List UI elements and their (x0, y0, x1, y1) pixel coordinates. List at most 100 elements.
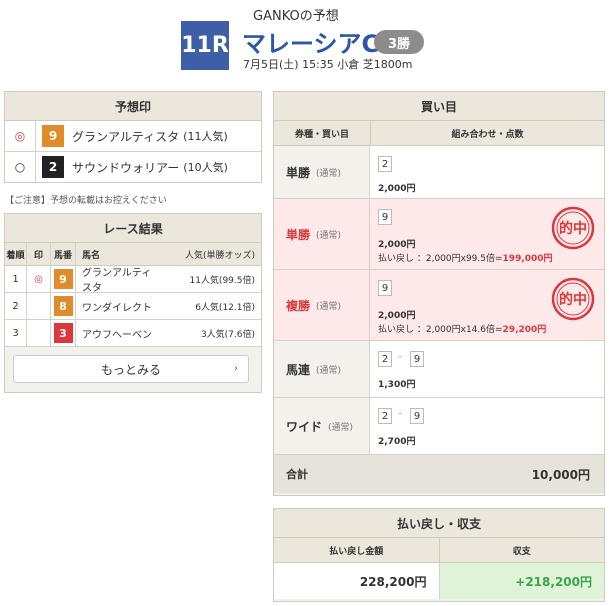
result-table: 着順 印 馬番 馬名 人気(単勝オッズ) 1 ◎ 9 グランアルティスタ 11人… (5, 243, 261, 347)
payout-value: 29,200円 (502, 325, 547, 335)
bet-type: 単勝 (通常) (274, 199, 370, 269)
bet-type: 複勝 (通常) (274, 270, 370, 340)
hit-stamp-text: 的中 (559, 291, 587, 308)
rank: 2 (5, 293, 27, 319)
prediction-title: 予想印 (5, 92, 261, 121)
table-row: 2 8 ワンダイレクト 6人気(12.1倍) (5, 293, 261, 320)
bet-type-sub: (通常) (328, 422, 354, 433)
bets-title: 買い目 (274, 92, 604, 121)
bet-row: 馬連 (通常) 2 – 9 1,300円 (274, 341, 604, 398)
bet-type: 単勝 (通常) (274, 146, 370, 198)
mark-double-circle-icon: ◎ (27, 266, 51, 292)
mark-double-circle-icon: ◎ (5, 121, 36, 151)
popularity: 3人気(7.6倍) (200, 329, 255, 340)
combo-separator: – (398, 352, 403, 362)
horse-number: 9 (42, 125, 64, 147)
bet-type-sub: (通常) (316, 301, 342, 312)
chevron-right-icon: › (234, 363, 238, 374)
number-cell: 3 (51, 320, 76, 346)
profit-total: +218,200円 (439, 563, 604, 599)
bet-amount: 2,700円 (378, 437, 416, 447)
result-title: レース結果 (5, 214, 261, 243)
payout-value: 199,000円 (502, 254, 553, 264)
pick-number: 2 (378, 156, 392, 172)
hit-stamp-icon: 的中 (551, 206, 595, 250)
pick-number: 2 (378, 408, 392, 424)
prediction-row: ○ 2 サウンドウォリアー (10人気) (5, 152, 261, 182)
bet-type: ワイド (通常) (274, 398, 370, 454)
summary-header: 払い戻し金額 収支 (274, 538, 604, 563)
horse-popularity: (10人気) (183, 161, 228, 174)
bet-row: ワイド (通常) 2 – 9 2,700円 (274, 398, 604, 455)
horse-number: 3 (53, 323, 73, 343)
horse-number: 8 (53, 296, 73, 316)
race-name: マレーシアC (242, 30, 380, 58)
bet-type-label: 単勝 (286, 165, 311, 180)
prediction-panel: 予想印 ◎ 9 グランアルティスタ (11人気) ○ 2 サウンドウォリアー (… (4, 91, 262, 183)
popularity: 6人気(12.1倍) (195, 302, 255, 313)
bet-amount: 2,000円 (378, 311, 416, 321)
bet-amount: 2,000円 (378, 184, 416, 194)
more-label: もっとみる (100, 362, 161, 377)
mark (27, 293, 51, 319)
combo-separator: – (398, 409, 403, 419)
more-button[interactable]: もっとみる › (13, 355, 249, 383)
total-row: 合計 10,000円 (274, 455, 604, 493)
bet-body: 9 2,000円 払い戻し ：2,000円x14.6倍=29,200円 的中 (370, 270, 604, 340)
bet-body: 2 – 9 1,300円 (370, 341, 604, 397)
bet-type: 馬連 (通常) (274, 341, 370, 397)
bet-type-label: 複勝 (286, 298, 311, 313)
pick-number: 9 (378, 280, 392, 296)
horse-name: ワンダイレクト (82, 302, 152, 314)
hit-stamp-text: 的中 (559, 220, 587, 237)
payout-formula: 払い戻し ：2,000円x14.6倍= (378, 325, 503, 335)
bet-type-label: 馬連 (286, 362, 311, 377)
summary-panel: 払い戻し・収支 払い戻し金額 収支 228,200円 +218,200円 (273, 508, 605, 602)
col-name: 馬名 (82, 250, 101, 261)
horse-name: アウフヘーベン (82, 329, 152, 341)
number-cell: 9 (51, 266, 76, 292)
payout-line: 払い戻し ：2,000円x99.5倍=199,000円 (378, 251, 553, 264)
col-bet-type: 券種・買い目 (274, 121, 371, 145)
pick-number: 9 (410, 408, 424, 424)
grade-badge: 3勝 (374, 30, 424, 54)
bet-row: 単勝 (通常) 2 2,000円 (274, 146, 604, 199)
page-subtitle: GANKOの予想 (253, 9, 339, 24)
horse-name: サウンドウォリアー (72, 160, 180, 175)
horse-name: グランアルティスタ (82, 268, 152, 294)
horse-number: 2 (42, 156, 64, 178)
bet-row: 単勝 (通常) 9 2,000円 払い戻し ：2,000円x99.5倍=199,0… (274, 199, 604, 270)
payout-line: 払い戻し ：2,000円x14.6倍=29,200円 (378, 322, 546, 335)
repost-notice: 【ご注意】予想の転載はお控えください (5, 196, 167, 206)
bet-type-sub: (通常) (316, 365, 342, 376)
bet-amount: 2,000円 (378, 240, 416, 250)
pick-number: 9 (378, 209, 392, 225)
pick-number: 9 (410, 351, 424, 367)
payout-total: 228,200円 (274, 563, 440, 599)
mark-circle-icon: ○ (5, 152, 36, 182)
race-info: 7月5日(土) 15:35 小倉 芝1800m (243, 58, 413, 71)
payout-formula: 払い戻し ：2,000円x99.5倍= (378, 254, 503, 264)
number-cell: 8 (51, 293, 76, 319)
bet-body: 2 2,000円 (370, 146, 604, 198)
popularity: 11人気(99.5倍) (189, 275, 255, 286)
hit-stamp-icon: 的中 (551, 277, 595, 321)
rank: 3 (5, 320, 27, 346)
horse-name: グランアルティスタ (72, 129, 180, 144)
table-row: 3 3 アウフヘーベン 3人気(7.6倍) (5, 320, 261, 347)
col-mark: 印 (27, 243, 51, 265)
bet-body: 9 2,000円 払い戻し ：2,000円x99.5倍=199,000円 的中 (370, 199, 604, 269)
total-value: 10,000円 (531, 467, 590, 482)
bet-type-sub: (通常) (316, 168, 342, 179)
bet-type-sub: (通常) (316, 230, 342, 241)
pick-number: 2 (378, 351, 392, 367)
col-profit: 収支 (512, 546, 531, 557)
col-number: 馬番 (51, 243, 76, 265)
table-row: 1 ◎ 9 グランアルティスタ 11人気(99.5倍) (5, 266, 261, 294)
bet-type-label: 単勝 (286, 227, 311, 242)
bet-amount: 1,300円 (378, 380, 416, 390)
bets-panel: 買い目 券種・買い目 組み合わせ・点数 単勝 (通常) 2 2,000円 単勝 (通… (273, 91, 605, 496)
col-combination: 組み合わせ・点数 (451, 129, 524, 140)
summary-title: 払い戻し・収支 (274, 509, 604, 538)
prediction-row: ◎ 9 グランアルティスタ (11人気) (5, 121, 261, 152)
